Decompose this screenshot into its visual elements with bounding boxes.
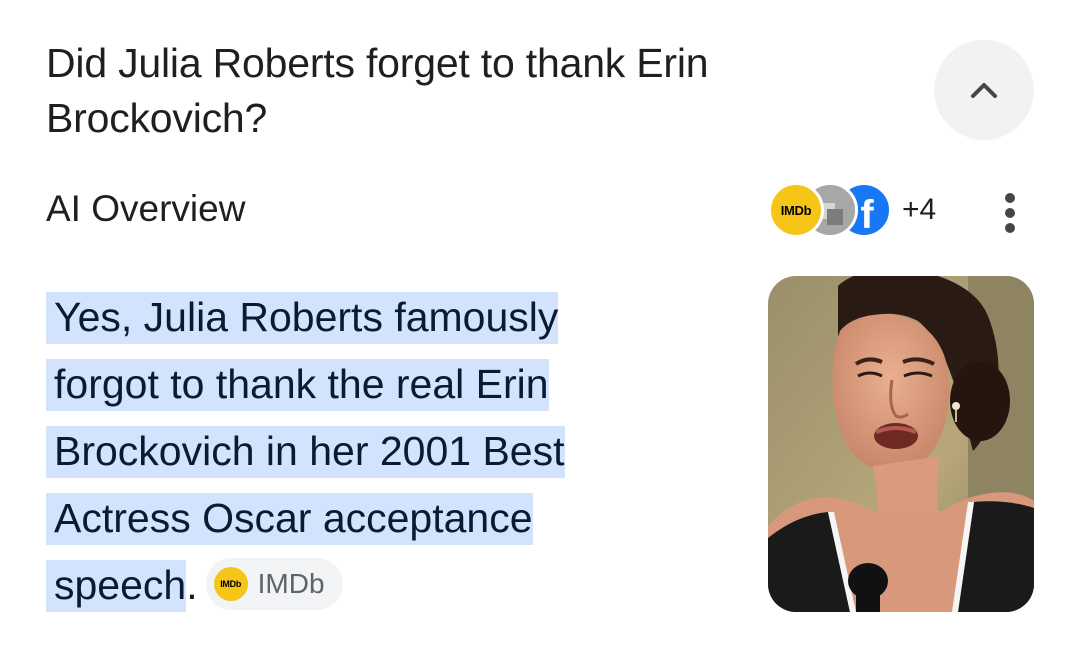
imdb-source-chip[interactable]: IMDb IMDb <box>205 558 343 611</box>
answer-period: . <box>186 562 198 608</box>
ai-overview-card: Did Julia Roberts forget to thank Erin B… <box>0 0 1080 670</box>
chevron-up-icon <box>971 83 997 98</box>
question-title: Did Julia Roberts forget to thank Erin B… <box>46 40 709 141</box>
facebook-logo-text: f <box>860 192 874 237</box>
imdb-logo: IMDb <box>768 182 824 238</box>
sources-button[interactable]: IMDb f +4 <box>768 181 936 239</box>
ai-overview-label: AI Overview <box>46 188 246 229</box>
more-vert-icon <box>1005 193 1015 233</box>
imdb-chip-logo-text: IMDb <box>220 578 242 589</box>
photo-illustration <box>768 276 1034 612</box>
answer-text: Yes, Julia Roberts famously forgot to th… <box>46 284 666 619</box>
source-chip-label: IMDb <box>257 568 325 600</box>
result-thumbnail-image[interactable] <box>768 276 1034 612</box>
more-sources-count: +4 <box>902 193 937 226</box>
collapse-button[interactable] <box>934 40 1034 140</box>
imdb-chip-icon: IMDb <box>213 567 248 602</box>
more-options-button[interactable] <box>990 188 1030 238</box>
imdb-logo-text: IMDb <box>780 202 812 218</box>
